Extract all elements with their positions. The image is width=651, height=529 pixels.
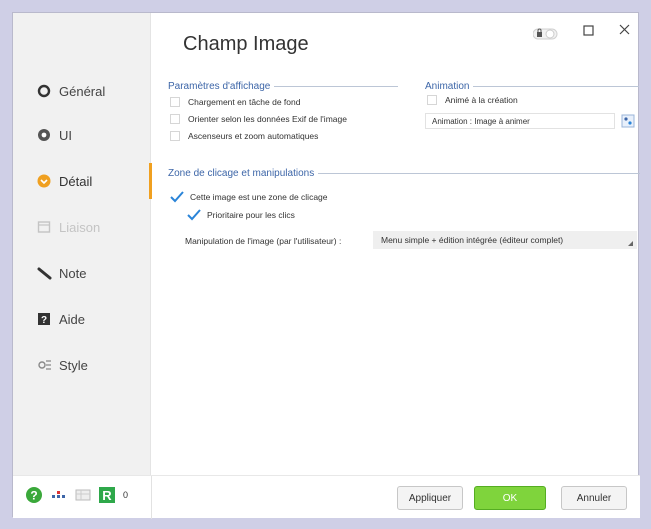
option-label: Animé à la création bbox=[445, 95, 518, 105]
sidebar: Général UI Détail Liaison Note ? Aide St… bbox=[13, 13, 152, 475]
auto-scroll-zoom-option[interactable]: Ascenseurs et zoom automatiques bbox=[170, 131, 318, 141]
sidebar-item-label: Style bbox=[59, 357, 88, 373]
divider bbox=[473, 86, 639, 87]
pin-toggle-icon bbox=[532, 28, 558, 40]
checkmark-icon[interactable] bbox=[187, 209, 201, 221]
checkbox[interactable] bbox=[170, 97, 180, 107]
close-button[interactable] bbox=[619, 24, 631, 39]
checkbox[interactable] bbox=[170, 131, 180, 141]
grid-icon[interactable] bbox=[75, 488, 91, 502]
sidebar-item-liaison[interactable]: Liaison bbox=[13, 207, 151, 247]
svg-text:R: R bbox=[102, 488, 112, 503]
dropdown-corner-icon bbox=[628, 241, 633, 246]
svg-text:?: ? bbox=[41, 315, 47, 326]
sidebar-item-label: Général bbox=[59, 83, 106, 99]
pencil-icon bbox=[37, 266, 59, 280]
colors-icon[interactable] bbox=[51, 488, 67, 502]
counter: 0 bbox=[123, 490, 129, 500]
maximize-button[interactable] bbox=[583, 25, 595, 40]
circle-icon bbox=[37, 84, 59, 98]
option-label: Ascenseurs et zoom automatiques bbox=[188, 131, 319, 141]
bottom-toolbar: ? R 0 bbox=[25, 486, 136, 504]
manipulation-select-value: Menu simple + édition intégrée (éditeur … bbox=[381, 235, 564, 245]
sidebar-item-label: UI bbox=[59, 127, 72, 143]
exif-orientation-option[interactable]: Orienter selon les données Exif de l'ima… bbox=[170, 114, 347, 124]
checkbox[interactable] bbox=[170, 114, 180, 124]
sidebar-item-label: Liaison bbox=[59, 219, 101, 235]
help-icon[interactable]: ? bbox=[25, 486, 43, 504]
sidebar-item-detail[interactable]: Détail bbox=[13, 161, 152, 201]
animation-edit-icon bbox=[621, 114, 635, 128]
animation-select[interactable]: Animation : Image à animer bbox=[425, 113, 615, 129]
background-loading-option[interactable]: Chargement en tâche de fond bbox=[170, 97, 300, 107]
close-icon bbox=[619, 24, 630, 35]
divider bbox=[151, 476, 152, 519]
option-label: Chargement en tâche de fond bbox=[188, 97, 301, 107]
manipulation-label: Manipulation de l'image (par l'utilisate… bbox=[185, 236, 342, 246]
sidebar-item-ui[interactable]: UI bbox=[13, 115, 151, 155]
option-label: Orienter selon les données Exif de l'ima… bbox=[188, 114, 347, 124]
style-icon bbox=[37, 358, 59, 372]
group-title: Animation bbox=[425, 81, 470, 92]
divider bbox=[274, 86, 398, 87]
priority-clicks-option[interactable]: Prioritaire pour les clics bbox=[187, 209, 295, 221]
click-zone-option[interactable]: Cette image est une zone de clicage bbox=[170, 191, 328, 203]
manipulation-select[interactable]: Menu simple + édition intégrée (éditeur … bbox=[373, 231, 637, 249]
ok-button[interactable]: OK bbox=[474, 486, 546, 510]
sidebar-item-style[interactable]: Style bbox=[13, 345, 151, 385]
group-title: Paramètres d'affichage bbox=[168, 81, 271, 92]
dialog-window: Général UI Détail Liaison Note ? Aide St… bbox=[12, 12, 640, 519]
maximize-icon bbox=[583, 25, 594, 36]
group-title: Zone de clicage et manipulations bbox=[168, 168, 315, 179]
checkmark-icon[interactable] bbox=[170, 191, 184, 203]
sidebar-item-general[interactable]: Général bbox=[13, 71, 151, 111]
sidebar-item-label: Détail bbox=[59, 173, 93, 189]
animation-header: Animation bbox=[425, 81, 639, 92]
animation-edit-button[interactable] bbox=[619, 113, 637, 129]
display-params-header: Paramètres d'affichage bbox=[168, 81, 398, 92]
sidebar-item-aide[interactable]: ? Aide bbox=[13, 299, 151, 339]
sidebar-item-note[interactable]: Note bbox=[13, 253, 151, 293]
animation-select-value: Animation : Image à animer bbox=[432, 116, 530, 126]
click-zone-header: Zone de clicage et manipulations bbox=[168, 168, 640, 179]
divider bbox=[318, 173, 640, 174]
svg-text:?: ? bbox=[30, 489, 37, 503]
link-box-icon bbox=[37, 220, 59, 234]
sidebar-item-label: Aide bbox=[59, 311, 86, 327]
help-box-icon: ? bbox=[37, 312, 59, 326]
animated-on-create-option[interactable]: Animé à la création bbox=[427, 95, 518, 105]
cancel-button[interactable]: Annuler bbox=[561, 486, 627, 510]
pin-toggle[interactable] bbox=[532, 27, 559, 44]
eye-icon bbox=[37, 128, 59, 142]
bottom-bar: ? R 0 Appliquer OK Annuler bbox=[13, 475, 640, 519]
apply-button[interactable]: Appliquer bbox=[397, 486, 463, 510]
option-label: Prioritaire pour les clics bbox=[207, 210, 295, 220]
report-icon[interactable]: R bbox=[99, 487, 115, 503]
option-label: Cette image est une zone de clicage bbox=[190, 192, 328, 202]
checkbox[interactable] bbox=[427, 95, 437, 105]
page-title: Champ Image bbox=[183, 33, 309, 55]
detail-circle-icon bbox=[37, 174, 59, 188]
sidebar-item-label: Note bbox=[59, 265, 87, 281]
